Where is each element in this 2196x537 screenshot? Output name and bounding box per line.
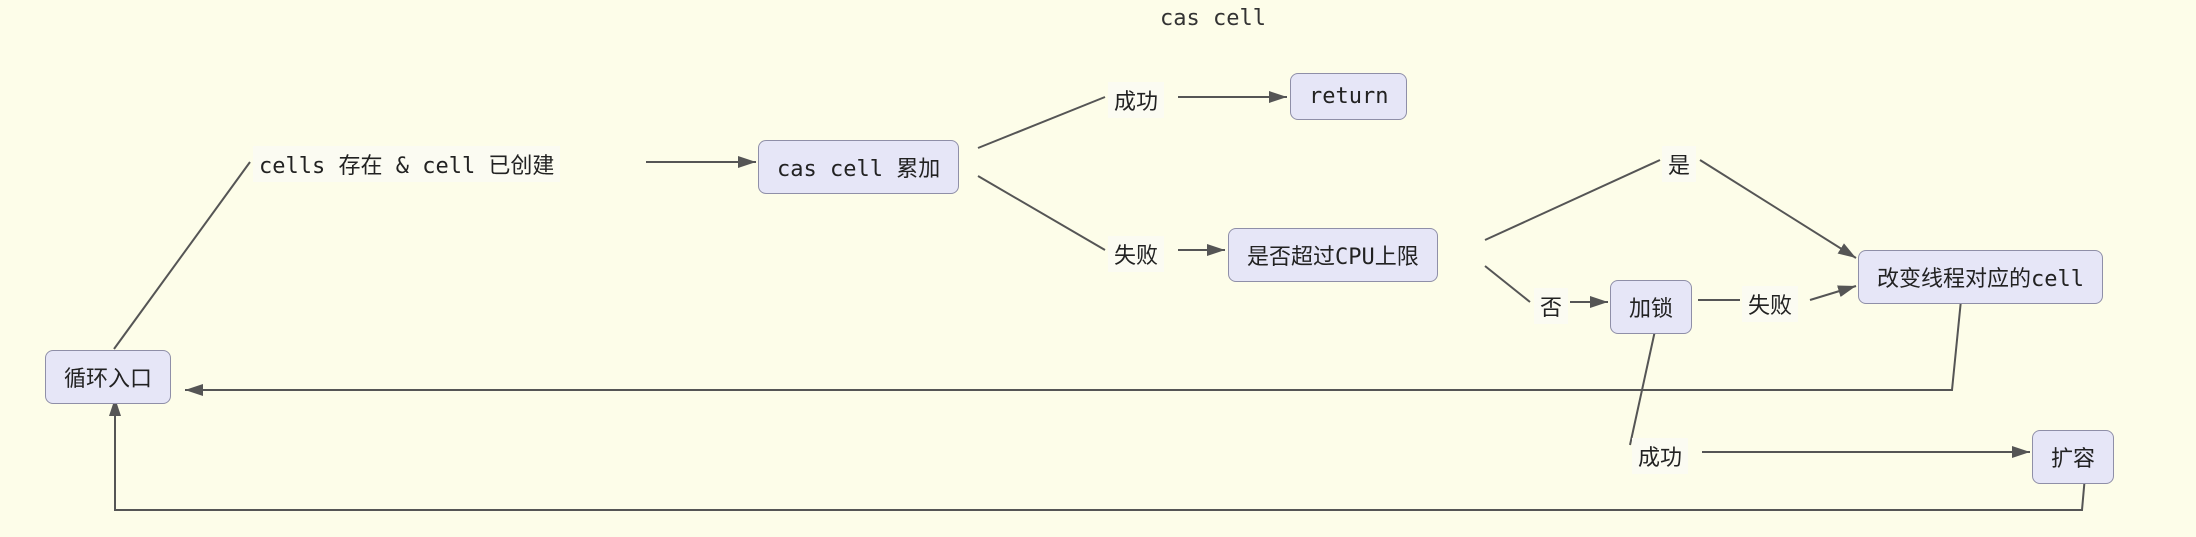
node-change-cell: 改变线程对应的cell (1858, 250, 2103, 304)
node-cpu-limit: 是否超过CPU上限 (1228, 228, 1438, 282)
node-lock: 加锁 (1610, 280, 1692, 334)
node-return: return (1290, 73, 1407, 120)
edge-label-lock-fail: 失败 (1742, 286, 1798, 322)
edge-label-yes: 是 (1662, 146, 1696, 182)
node-loop-entry: 循环入口 (45, 350, 171, 404)
node-expand: 扩容 (2032, 430, 2114, 484)
edge-label-success-1: 成功 (1108, 82, 1164, 118)
diagram-title: cas cell (1160, 6, 1266, 31)
node-cas-cell-add: cas cell 累加 (758, 140, 959, 194)
edge-label-no: 否 (1534, 288, 1568, 324)
edge-label-cells-exists: cells 存在 & cell 已创建 (253, 146, 560, 182)
edge-label-lock-success: 成功 (1632, 438, 1688, 474)
diagram-canvas: cas cell 循环入口 cas cell 累加 return 是否超过CPU… (0, 0, 2196, 537)
edge-label-fail-1: 失败 (1108, 236, 1164, 272)
